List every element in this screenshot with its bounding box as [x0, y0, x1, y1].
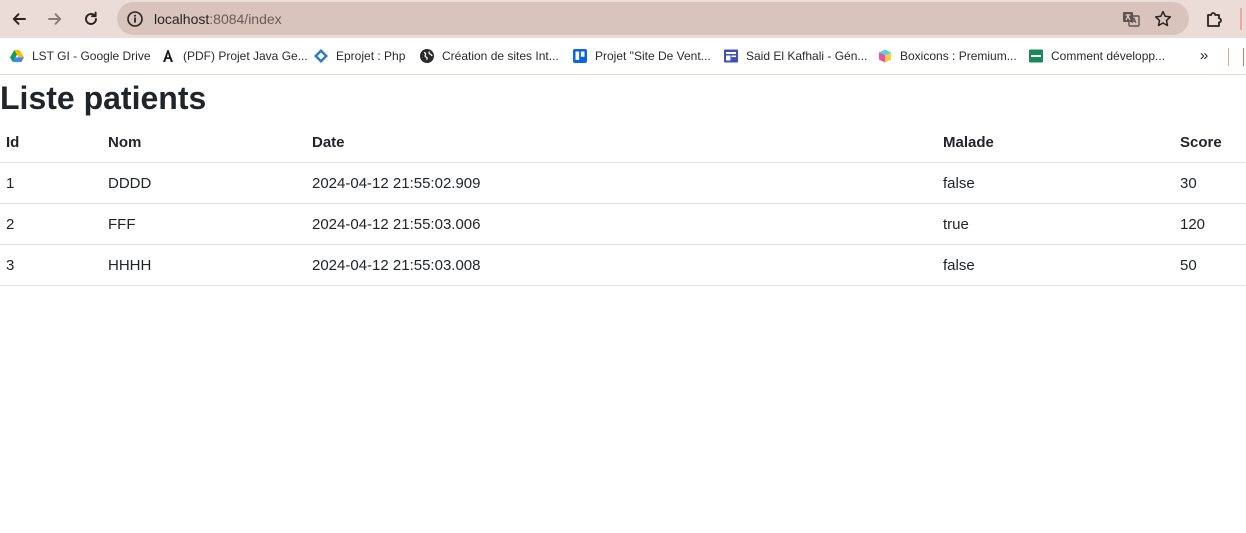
reload-icon [85, 11, 97, 25]
bookmark-creation-sites[interactable]: Création de sites Int... [419, 46, 559, 66]
cell-malade: true [937, 203, 1174, 245]
cell-id: 3 [0, 244, 102, 286]
extensions-puzzle-icon[interactable] [1202, 6, 1228, 32]
bookmark-label: (PDF) Projet Java Ge... [183, 49, 308, 63]
table-header: Id Nom Date Malade Score [0, 122, 1246, 163]
cell-score: 50 [1174, 244, 1246, 286]
forward-arrow-icon [48, 13, 62, 25]
table-row: 3 HHHH 2024-04-12 21:55:03.008 false 50 [0, 244, 1246, 286]
globe-icon [419, 48, 435, 64]
cell-date: 2024-04-12 21:55:02.909 [306, 162, 937, 204]
eprojet-icon [313, 48, 329, 64]
bookmark-star-icon[interactable] [1153, 9, 1173, 29]
academia-icon [160, 48, 176, 64]
bookmarks-bar: LST GI - Google Drive (PDF) Projet Java … [0, 38, 1246, 75]
column-header-id: Id [0, 122, 102, 163]
address-bar[interactable]: localhost:8084/index [117, 2, 1189, 35]
page-icon [723, 48, 739, 64]
bookmark-label: Projet "Site De Vent... [595, 49, 711, 63]
column-header-nom: Nom [102, 122, 306, 163]
page-title: Liste patients [0, 80, 207, 116]
translate-icon[interactable] [1121, 9, 1141, 29]
patients-table: Id Nom Date Malade Score 1 DDDD 2024-04-… [0, 122, 1246, 286]
more-bookmarks-chevron-icon[interactable]: » [1194, 47, 1214, 67]
cell-nom: HHHH [102, 244, 306, 286]
bookmark-pdf-projet-java[interactable]: (PDF) Projet Java Ge... [160, 46, 308, 66]
trello-icon [572, 48, 588, 64]
column-header-date: Date [306, 122, 937, 163]
url-text[interactable]: localhost:8084/index [154, 10, 282, 28]
table-row: 1 DDDD 2024-04-12 21:55:02.909 false 30 [0, 162, 1246, 204]
cell-id: 2 [0, 203, 102, 245]
bookmark-projet-site-vente[interactable]: Projet "Site De Vent... [572, 46, 711, 66]
back-button[interactable] [5, 5, 33, 33]
cell-score: 30 [1174, 162, 1246, 204]
bookmark-label: LST GI - Google Drive [32, 49, 151, 63]
table-header-row: Id Nom Date Malade Score [0, 122, 1246, 163]
cell-malade: false [937, 162, 1174, 204]
cell-id: 1 [0, 162, 102, 204]
column-header-malade: Malade [937, 122, 1174, 163]
table-body: 1 DDDD 2024-04-12 21:55:02.909 false 30 … [0, 162, 1246, 286]
bookmarks-divider [1228, 48, 1229, 66]
bookmark-label: Eprojet : Php [336, 49, 406, 63]
cell-date: 2024-04-12 21:55:03.006 [306, 203, 937, 245]
boxicons-icon [877, 48, 893, 64]
bookmark-label: Said El Kafhali - Gén... [746, 49, 868, 63]
bookmark-lst-gi-drive[interactable]: LST GI - Google Drive [9, 46, 151, 66]
bookmark-eprojet-php[interactable]: Eprojet : Php [313, 46, 405, 66]
bookmark-label: Boxicons : Premium... [900, 49, 1017, 63]
site-info-icon[interactable] [125, 9, 145, 29]
bookmark-comment-developper[interactable]: Comment développ... [1028, 46, 1165, 66]
forward-button[interactable] [41, 5, 69, 33]
cell-malade: false [937, 244, 1174, 286]
bookmark-said-el-kafhali[interactable]: Said El Kafhali - Gén... [723, 46, 867, 66]
bookmark-boxicons[interactable]: Boxicons : Premium... [877, 46, 1017, 66]
table-row: 2 FFF 2024-04-12 21:55:03.006 true 120 [0, 203, 1246, 245]
bookmark-label: Comment développ... [1051, 49, 1166, 63]
cell-date: 2024-04-12 21:55:03.008 [306, 244, 937, 286]
cell-nom: DDDD [102, 162, 306, 204]
bookmarks-edge [1243, 48, 1244, 66]
column-header-score: Score [1174, 122, 1246, 163]
reload-button[interactable] [77, 5, 105, 33]
browser-toolbar: localhost:8084/index [0, 0, 1246, 38]
cell-score: 120 [1174, 203, 1246, 245]
url-host: localhost [154, 11, 210, 27]
cell-nom: FFF [102, 203, 306, 245]
url-path: :8084/index [209, 11, 282, 27]
google-drive-icon [9, 48, 25, 64]
profile-edge-mark [1240, 8, 1242, 30]
back-arrow-icon [12, 13, 26, 25]
bookmark-label: Création de sites Int... [442, 49, 559, 63]
green-doc-icon [1028, 48, 1044, 64]
